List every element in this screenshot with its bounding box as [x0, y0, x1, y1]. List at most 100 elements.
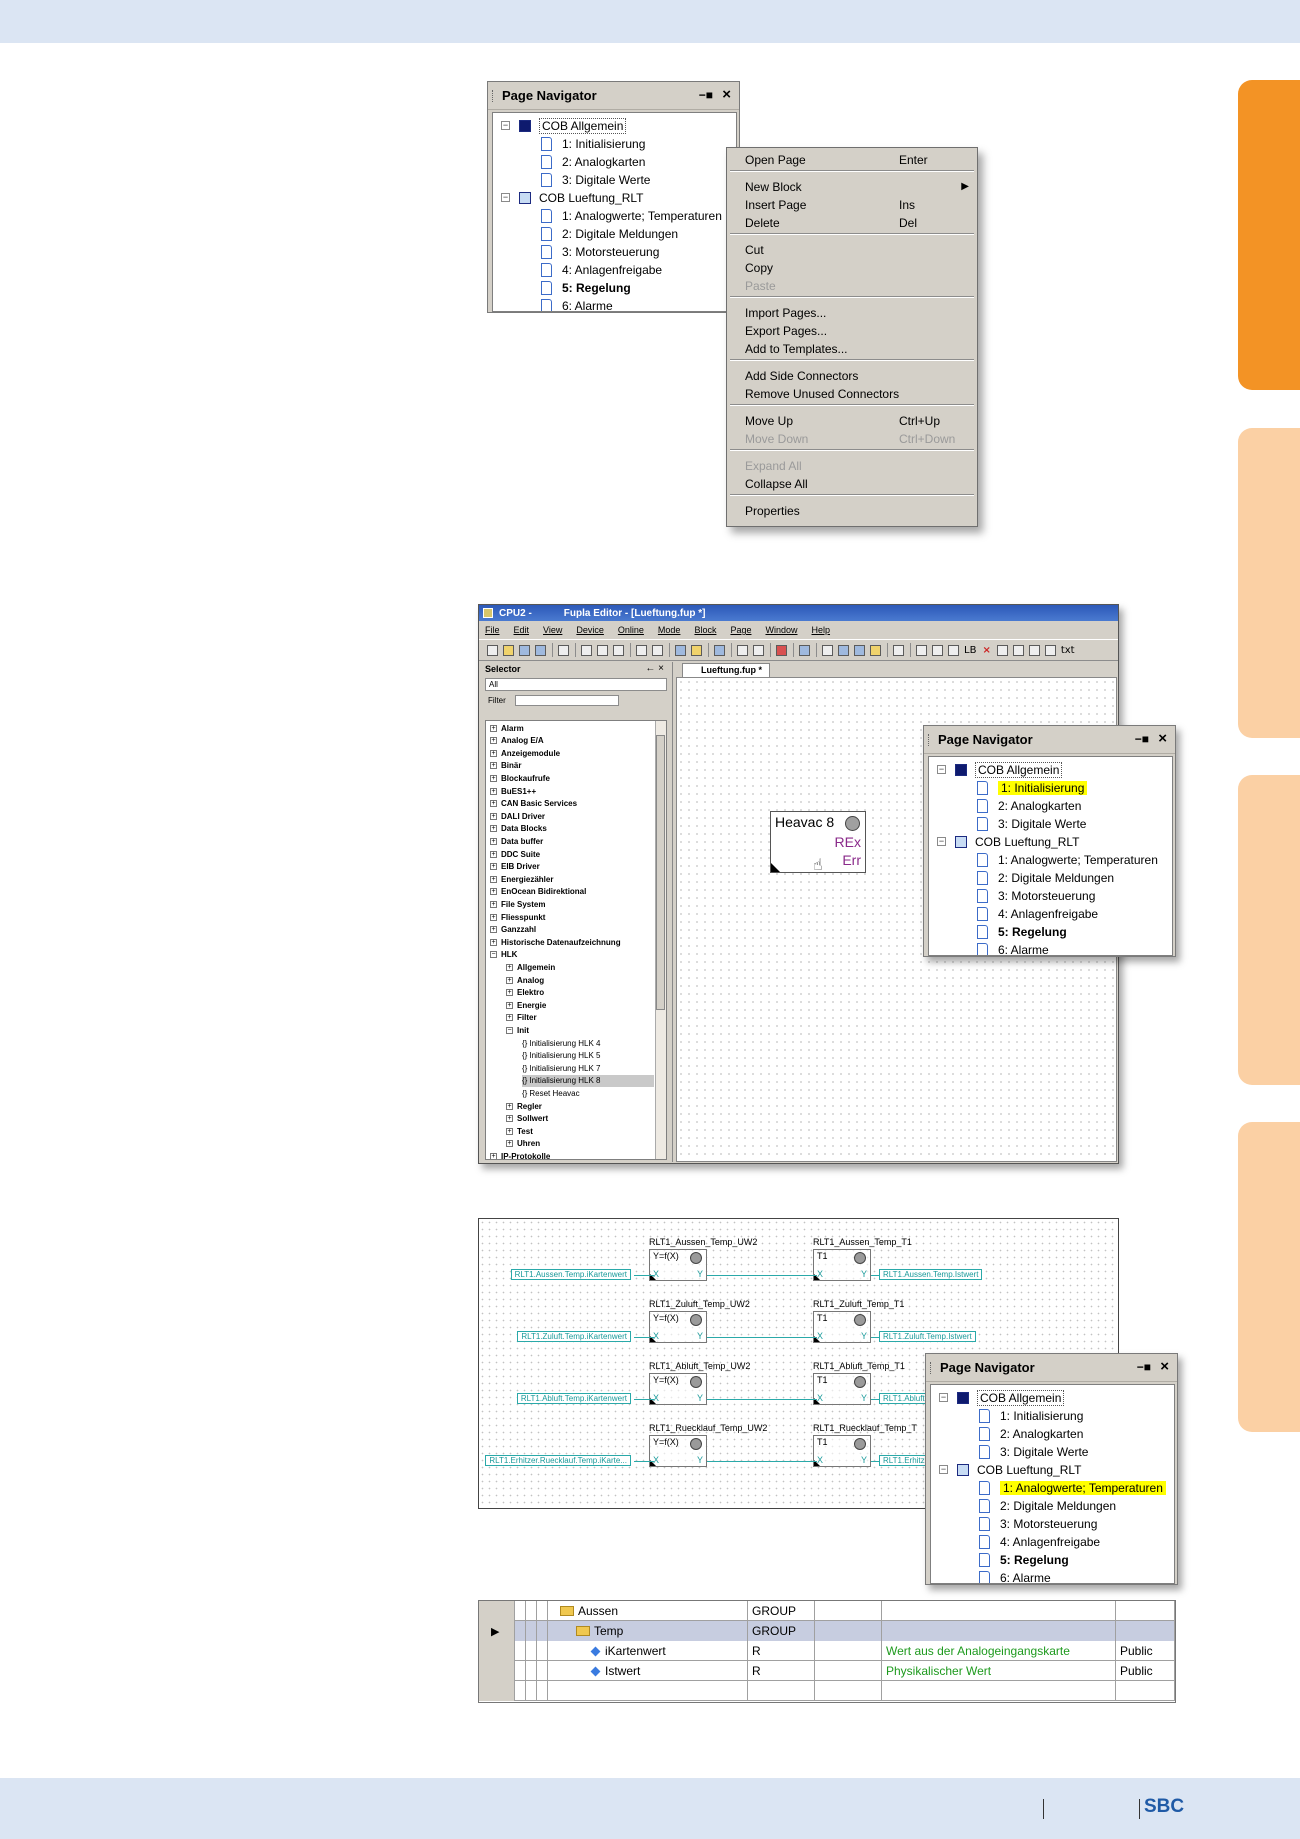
grip-icon[interactable]: [928, 734, 931, 746]
expand-icon[interactable]: +: [490, 863, 497, 871]
delete-icon[interactable]: ×: [982, 645, 990, 656]
table-row[interactable]: Istwert R Physikalischer Wert Public: [479, 1661, 1175, 1681]
library-item[interactable]: + DDC Suite: [490, 848, 540, 860]
output-rex[interactable]: REx: [835, 834, 861, 850]
tree-page[interactable]: 5: Regelung: [977, 923, 1067, 941]
tree-page[interactable]: 3: Digitale Werte: [541, 171, 650, 189]
panel-title-bar[interactable]: Page Navigator −■ ×: [926, 1354, 1177, 1382]
toolbar-text-txt[interactable]: txt: [1061, 645, 1075, 656]
output-port[interactable]: Y: [697, 1269, 703, 1279]
tree-page[interactable]: 5: Regelung: [541, 279, 631, 297]
connector-icon[interactable]: [916, 644, 927, 656]
menu-online[interactable]: Online: [618, 625, 644, 635]
undo-icon[interactable]: [636, 644, 647, 656]
expand-icon[interactable]: +: [490, 724, 497, 732]
expand-icon[interactable]: +: [490, 888, 497, 896]
tool-b-icon[interactable]: [1012, 644, 1024, 656]
library-item[interactable]: + Elektro: [506, 987, 544, 999]
input-label[interactable]: RLT1.Aussen.Temp.iKartenwert: [510, 1269, 631, 1280]
tab-lueftung[interactable]: Lueftung.fup *: [682, 663, 770, 677]
tree-page[interactable]: 2: Digitale Meldungen: [979, 1497, 1116, 1515]
output-label[interactable]: RLT1.Zuluft.Temp.Istwert: [879, 1331, 976, 1342]
panel-title-bar[interactable]: Page Navigator −■ ×: [924, 726, 1175, 754]
table-row[interactable]: Aussen GROUP: [479, 1601, 1175, 1621]
library-item[interactable]: + Anzeigemodule: [490, 747, 560, 759]
library-item[interactable]: + File System: [490, 898, 545, 910]
expand-icon[interactable]: +: [490, 762, 497, 770]
tree-page[interactable]: 3: Digitale Werte: [977, 815, 1086, 833]
tree-page[interactable]: 3: Motorsteuerung: [979, 1515, 1097, 1533]
tree-group[interactable]: COB Lueftung_RLT: [957, 1461, 1082, 1479]
collapse-icon[interactable]: −: [490, 951, 497, 959]
menu-item[interactable]: Collapse All: [727, 475, 977, 492]
tree-page[interactable]: 1: Analogwerte; Temperaturen: [977, 851, 1158, 869]
menu-item[interactable]: Properties: [727, 502, 977, 519]
library-item[interactable]: + IP-Protokolle: [490, 1150, 550, 1159]
output-port[interactable]: Y: [861, 1455, 867, 1465]
library-item[interactable]: + Alarm: [490, 722, 524, 734]
tree-page[interactable]: 5: Regelung: [979, 1551, 1069, 1569]
save-icon[interactable]: [519, 644, 530, 656]
library-item[interactable]: + Sollwert: [506, 1113, 548, 1125]
cut-icon[interactable]: [581, 644, 592, 656]
section-tab-4[interactable]: [1238, 1122, 1300, 1432]
library-item[interactable]: − HLK: [490, 949, 517, 961]
library-item[interactable]: + Filter: [506, 1012, 537, 1024]
menu-item[interactable]: Export Pages...: [727, 322, 977, 339]
menu-view[interactable]: View: [543, 625, 562, 635]
expand-icon[interactable]: +: [490, 787, 497, 795]
check-icon[interactable]: [691, 644, 702, 656]
library-item[interactable]: + BuES1++: [490, 785, 536, 797]
new-icon[interactable]: [487, 644, 498, 656]
library-item[interactable]: + Energie: [506, 999, 546, 1011]
pin-icon[interactable]: −■: [1137, 1360, 1151, 1374]
section-tab-3[interactable]: [1238, 775, 1300, 1085]
grip-icon[interactable]: [492, 90, 495, 102]
output-port[interactable]: Y: [861, 1331, 867, 1341]
library-item[interactable]: {} Initialisierung HLK 7: [522, 1062, 601, 1074]
download-icon[interactable]: [737, 644, 748, 656]
library-item[interactable]: + EIB Driver: [490, 861, 540, 873]
menu-item[interactable]: New Block ▶: [727, 178, 977, 195]
expand-icon[interactable]: +: [506, 1001, 513, 1009]
expand-icon[interactable]: +: [490, 913, 497, 921]
expand-icon[interactable]: +: [506, 989, 513, 997]
open-icon[interactable]: [503, 644, 514, 656]
collapse-toggle-icon[interactable]: −: [501, 121, 510, 130]
scrollbar[interactable]: [655, 721, 666, 1159]
line-icon[interactable]: [932, 644, 943, 656]
menu-item[interactable]: Cut: [727, 241, 977, 258]
tool-c-icon[interactable]: [1028, 644, 1040, 656]
library-item[interactable]: + Blockaufrufe: [490, 772, 550, 784]
view-4-icon[interactable]: [854, 644, 865, 656]
tree-page[interactable]: 6: Alarme: [977, 941, 1049, 955]
save-all-icon[interactable]: [535, 644, 546, 656]
wire[interactable]: [707, 1337, 817, 1338]
expand-icon[interactable]: +: [490, 800, 497, 808]
selector-scope-select[interactable]: All: [485, 678, 667, 691]
pin-icon[interactable]: −■: [699, 88, 713, 102]
tree-page[interactable]: 1: Initialisierung: [979, 1407, 1083, 1425]
function-block[interactable]: Y=f(X) X Y: [649, 1249, 707, 1281]
selector-controls[interactable]: ← ×: [645, 663, 664, 674]
wire[interactable]: [707, 1461, 817, 1462]
expand-icon[interactable]: +: [490, 926, 497, 934]
expand-icon[interactable]: +: [490, 1152, 497, 1159]
menu-item[interactable]: Add to Templates...: [727, 340, 977, 357]
expand-icon[interactable]: +: [490, 812, 497, 820]
expand-icon[interactable]: +: [490, 837, 497, 845]
function-block[interactable]: Y=f(X) X Y: [649, 1373, 707, 1405]
pin-icon[interactable]: −■: [1135, 732, 1149, 746]
tree-page[interactable]: 2: Digitale Meldungen: [977, 869, 1114, 887]
library-item[interactable]: + DALI Driver: [490, 810, 545, 822]
online-icon[interactable]: [714, 644, 725, 656]
menu-item[interactable]: Move Up Ctrl+Up: [727, 412, 977, 429]
menu-item[interactable]: Delete Del: [727, 214, 977, 231]
output-label[interactable]: RLT1.Aussen.Temp.Istwert: [879, 1269, 983, 1280]
output-port[interactable]: Y: [697, 1455, 703, 1465]
menu-item[interactable]: Import Pages...: [727, 304, 977, 321]
library-item[interactable]: {} Initialisierung HLK 8: [522, 1074, 654, 1087]
close-icon[interactable]: ×: [1158, 730, 1167, 747]
expand-icon[interactable]: +: [490, 749, 497, 757]
expand-icon[interactable]: +: [506, 1127, 513, 1135]
